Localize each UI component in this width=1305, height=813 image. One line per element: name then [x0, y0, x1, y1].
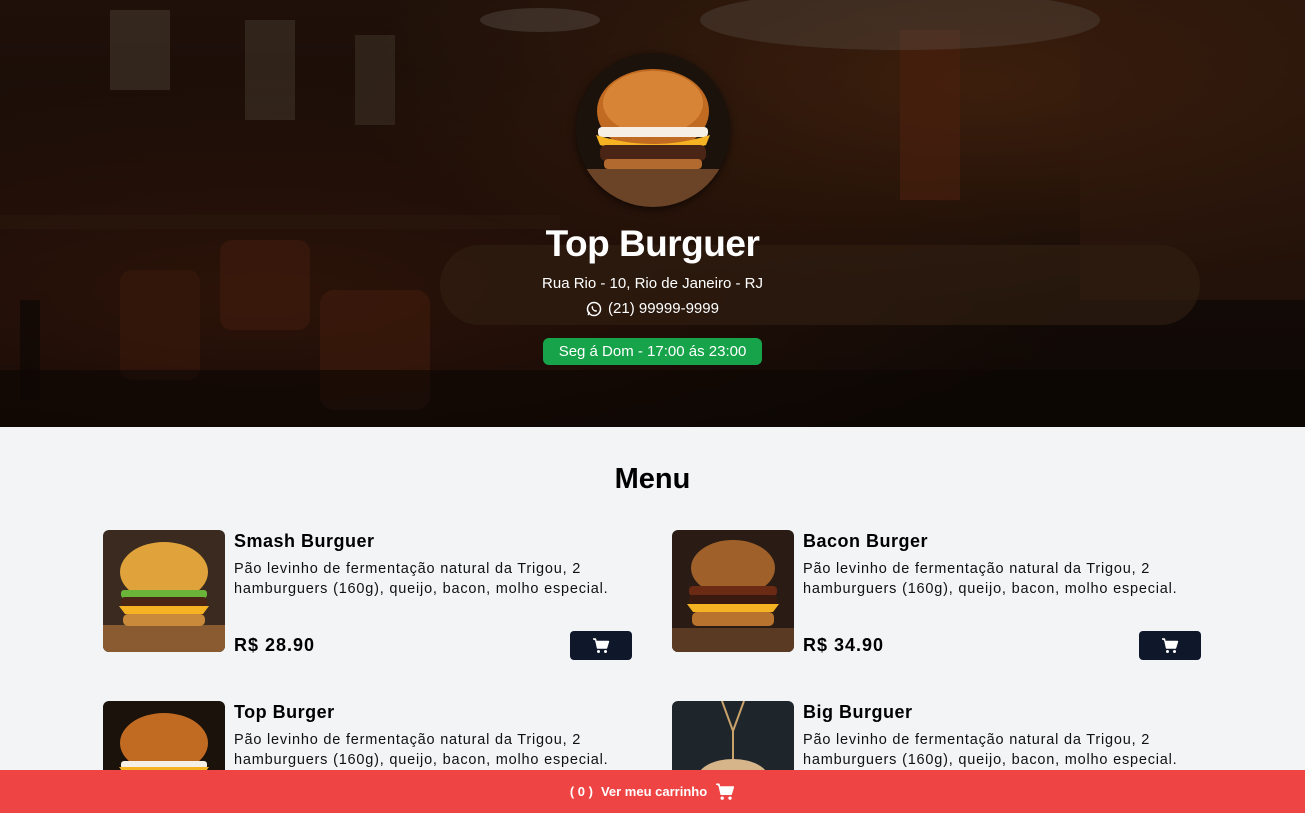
item-price: R$ 28.90 — [234, 635, 316, 655]
restaurant-logo — [575, 53, 730, 207]
opening-hours-badge: Seg á Dom - 17:00 ás 23:00 — [542, 338, 763, 365]
hero-banner: Top Burguer Rua Rio - 10, Rio de Janeiro… — [0, 0, 1305, 427]
whatsapp-icon — [586, 301, 602, 316]
restaurant-address: Rua Rio - 10, Rio de Janeiro - RJ — [542, 275, 763, 292]
view-cart-bar[interactable]: ( 0 ) Ver meu carrinho — [0, 770, 1305, 813]
item-name: Top Burger — [234, 702, 335, 722]
item-name: Bacon Burger — [803, 531, 929, 551]
cart-icon — [593, 637, 610, 653]
item-description: Pão levinho de fermentação natural da Tr… — [803, 732, 1178, 768]
cart-icon — [716, 782, 735, 800]
item-name: Smash Burguer — [234, 531, 375, 551]
item-description: Pão levinho de fermentação natural da Tr… — [803, 561, 1178, 597]
phone-number: (21) 99999-9999 — [608, 300, 719, 317]
item-price: R$ 34.90 — [803, 635, 885, 655]
item-description: Pão levinho de fermentação natural da Tr… — [234, 732, 609, 768]
menu-item: Smash Burguer Pão levinho de fermentação… — [103, 530, 633, 660]
restaurant-phone[interactable]: (21) 99999-9999 — [586, 300, 719, 317]
item-image — [672, 530, 794, 652]
cart-icon — [1162, 637, 1179, 653]
menu-heading: Menu — [614, 463, 691, 495]
item-image — [103, 530, 225, 652]
view-cart-label: Ver meu carrinho — [600, 784, 708, 799]
item-description: Pão levinho de fermentação natural da Tr… — [234, 561, 609, 597]
menu-item: Bacon Burger Pão levinho de fermentação … — [672, 530, 1202, 660]
restaurant-name: Top Burguer — [545, 223, 760, 264]
add-to-cart-button[interactable] — [1139, 631, 1201, 660]
add-to-cart-button[interactable] — [570, 631, 632, 660]
cart-count: ( 0 ) — [569, 784, 593, 799]
item-name: Big Burguer — [803, 702, 913, 722]
